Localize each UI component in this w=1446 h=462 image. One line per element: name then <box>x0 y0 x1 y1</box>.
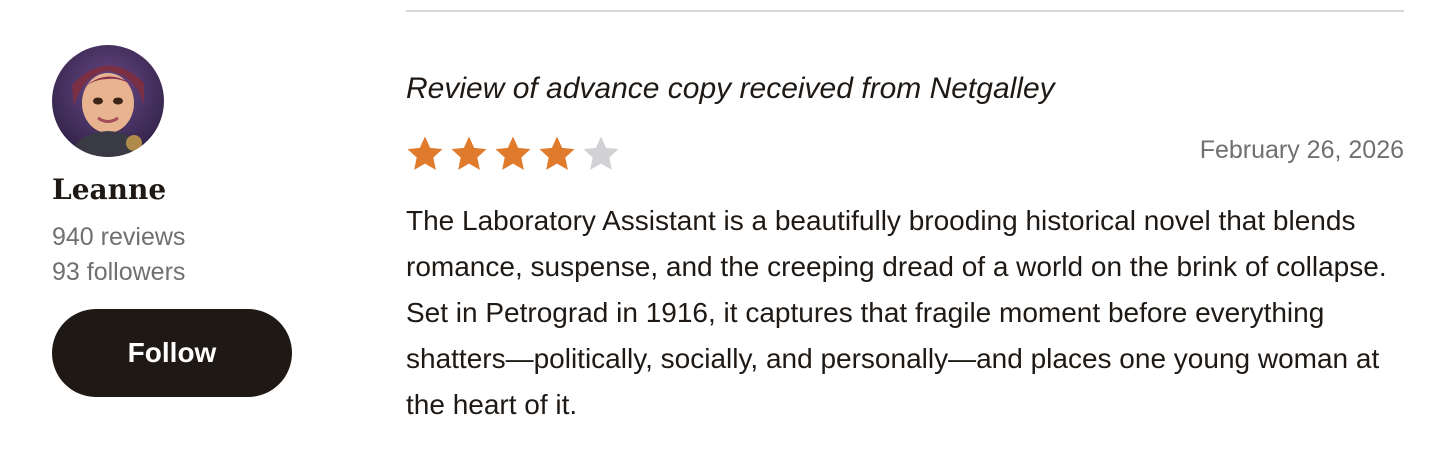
star-filled-icon <box>495 136 531 170</box>
star-rating <box>405 134 621 174</box>
review-date[interactable]: February 26, 2026 <box>1200 136 1404 165</box>
review-body: The Laboratory Assistant is a beautifull… <box>406 205 1387 420</box>
star-empty-icon <box>583 136 619 170</box>
star-filled-icon <box>451 136 487 170</box>
reviewer-avatar[interactable] <box>52 45 164 157</box>
reviewer-follower-count: 93 followers <box>52 258 186 286</box>
review-title: Review of advance copy received from Net… <box>406 72 1055 105</box>
top-divider <box>406 10 1404 12</box>
star-filled-icon <box>539 136 575 170</box>
avatar-illustration-icon <box>52 45 164 157</box>
star-filled-icon <box>407 136 443 170</box>
reviewer-review-count: 940 reviews <box>52 223 186 251</box>
follow-button[interactable]: Follow <box>52 309 292 397</box>
reviewer-name[interactable]: Leanne <box>52 173 166 206</box>
